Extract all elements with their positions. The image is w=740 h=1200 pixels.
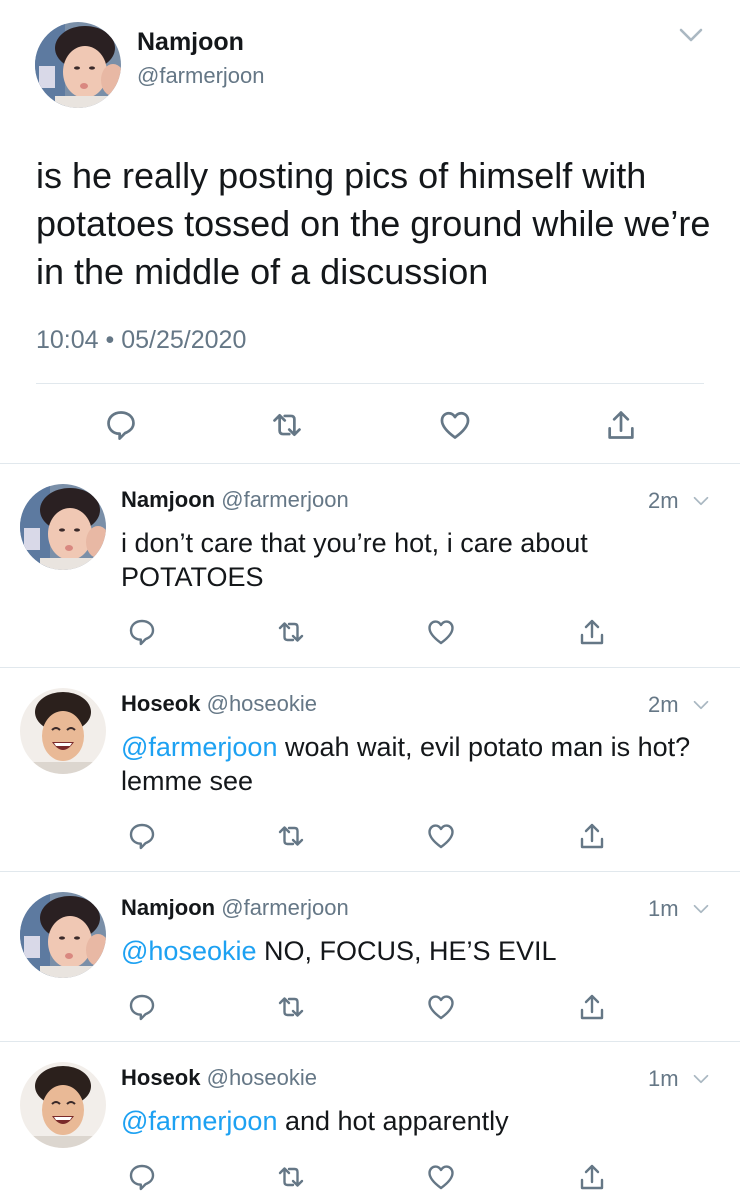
- reply-time: 1m: [648, 1066, 679, 1091]
- avatar[interactable]: [20, 1062, 106, 1148]
- reply-text: i don’t care that you’re hot, i care abo…: [121, 526, 711, 594]
- reply-time: 1m: [648, 896, 679, 921]
- meta-separator: •: [105, 326, 115, 354]
- hoseok-avatar-image: [20, 688, 106, 774]
- reply-header: Hoseok @hoseokie: [121, 691, 317, 717]
- reply-icon[interactable]: [104, 408, 138, 442]
- reply-header: Namjoon @farmerjoon: [121, 487, 349, 513]
- share-icon[interactable]: [604, 408, 638, 442]
- chevron-down-icon[interactable]: [690, 1070, 712, 1088]
- like-icon[interactable]: [426, 992, 456, 1022]
- reply-tweet[interactable]: Namjoon @farmerjoon 2m i don’t care that…: [0, 464, 740, 667]
- reply-text: @farmerjoon and hot apparently: [121, 1104, 711, 1138]
- mention-link[interactable]: @farmerjoon: [121, 1106, 277, 1136]
- reply-header: Namjoon @farmerjoon: [121, 895, 349, 921]
- chevron-down-icon[interactable]: [690, 696, 712, 714]
- retweet-icon[interactable]: [276, 821, 306, 851]
- namjoon-avatar-image: [20, 484, 106, 570]
- share-icon[interactable]: [577, 617, 607, 647]
- reply-header: Hoseok @hoseokie: [121, 1065, 317, 1091]
- avatar[interactable]: [20, 892, 106, 978]
- reply-text: @hoseokie NO, FOCUS, HE’S EVIL: [121, 934, 711, 968]
- author-name[interactable]: Hoseok: [121, 691, 200, 716]
- author-handle[interactable]: @hoseokie: [207, 691, 317, 716]
- share-icon[interactable]: [577, 1162, 607, 1192]
- like-icon[interactable]: [426, 1162, 456, 1192]
- avatar[interactable]: [20, 484, 106, 570]
- namjoon-avatar-image: [35, 22, 121, 108]
- reply-body: and hot apparently: [277, 1106, 509, 1136]
- retweet-icon[interactable]: [276, 992, 306, 1022]
- chevron-down-icon[interactable]: [674, 22, 708, 48]
- reply-text: @farmerjoon woah wait, evil potato man i…: [121, 730, 711, 798]
- avatar[interactable]: [35, 22, 121, 108]
- retweet-icon[interactable]: [276, 1162, 306, 1192]
- reply-body: i don’t care that you’re hot, i care abo…: [121, 528, 588, 592]
- reply-tweet[interactable]: Hoseok @hoseokie 2m @farmerjoon woah wai…: [0, 668, 740, 871]
- reply-icon[interactable]: [127, 821, 157, 851]
- divider: [36, 383, 704, 384]
- like-icon[interactable]: [438, 408, 472, 442]
- retweet-icon[interactable]: [270, 408, 304, 442]
- reply-time: 2m: [648, 692, 679, 717]
- chevron-down-icon[interactable]: [690, 900, 712, 918]
- tweet-time: 10:04: [36, 326, 99, 354]
- retweet-icon[interactable]: [276, 617, 306, 647]
- tweet-timestamp: 10:04 • 05/25/2020: [36, 326, 246, 355]
- tweet-text: is he really posting pics of himself wit…: [36, 155, 711, 292]
- author-name[interactable]: Namjoon: [121, 487, 215, 512]
- mention-link[interactable]: @hoseokie: [121, 936, 257, 966]
- share-icon[interactable]: [577, 992, 607, 1022]
- chevron-down-icon[interactable]: [690, 492, 712, 510]
- author-name[interactable]: Hoseok: [121, 1065, 200, 1090]
- main-tweet: Namjoon @farmerjoon is he really posting…: [0, 0, 740, 463]
- reply-icon[interactable]: [127, 992, 157, 1022]
- hoseok-avatar-image: [20, 1062, 106, 1148]
- mention-link[interactable]: @farmerjoon: [121, 732, 277, 762]
- namjoon-avatar-image: [20, 892, 106, 978]
- like-icon[interactable]: [426, 821, 456, 851]
- author-handle[interactable]: @farmerjoon: [137, 63, 265, 89]
- author-handle[interactable]: @hoseokie: [207, 1065, 317, 1090]
- tweet-date: 05/25/2020: [121, 326, 247, 354]
- like-icon[interactable]: [426, 617, 456, 647]
- reply-icon[interactable]: [127, 1162, 157, 1192]
- share-icon[interactable]: [577, 821, 607, 851]
- reply-icon[interactable]: [127, 617, 157, 647]
- reply-body: NO, FOCUS, HE’S EVIL: [256, 936, 557, 966]
- reply-time: 2m: [648, 488, 679, 513]
- avatar[interactable]: [20, 688, 106, 774]
- author-name[interactable]: Namjoon: [137, 28, 244, 57]
- reply-tweet[interactable]: Namjoon @farmerjoon 1m @hoseokie NO, FOC…: [0, 872, 740, 1041]
- author-handle[interactable]: @farmerjoon: [221, 895, 349, 920]
- author-name[interactable]: Namjoon: [121, 895, 215, 920]
- author-handle[interactable]: @farmerjoon: [221, 487, 349, 512]
- reply-tweet[interactable]: Hoseok @hoseokie 1m @farmerjoon and hot …: [0, 1042, 740, 1200]
